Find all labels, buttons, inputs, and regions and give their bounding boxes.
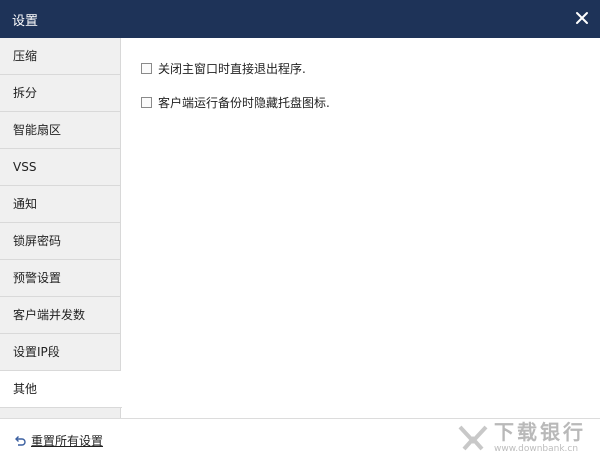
hide-tray-icon-checkbox[interactable] bbox=[141, 97, 152, 108]
sidebar-item-smart-sector[interactable]: 智能扇区 bbox=[0, 112, 120, 149]
sidebar-item-lock-password[interactable]: 锁屏密码 bbox=[0, 223, 120, 260]
reset-all-settings-link[interactable]: 重置所有设置 bbox=[14, 432, 103, 449]
settings-sidebar: 压缩 拆分 智能扇区 VSS 通知 锁屏密码 预警设置 客户端并发数 设置IP段… bbox=[0, 38, 122, 418]
window-title: 设置 bbox=[12, 13, 39, 29]
sidebar-item-other[interactable]: 其他 bbox=[0, 371, 122, 408]
sidebar-item-split[interactable]: 拆分 bbox=[0, 75, 120, 112]
sidebar-item-compress[interactable]: 压缩 bbox=[0, 38, 120, 75]
watermark-sub-text: www.downbank.cn bbox=[494, 444, 579, 454]
option-hide-tray-icon: 客户端运行备份时隐藏托盘图标. bbox=[141, 94, 330, 111]
settings-footer: 重置所有设置 下载银行 www.downbank.cn bbox=[0, 418, 600, 460]
sidebar-item-client-concurrency[interactable]: 客户端并发数 bbox=[0, 297, 120, 334]
watermark-logo-icon bbox=[458, 425, 488, 451]
hide-tray-icon-label[interactable]: 客户端运行备份时隐藏托盘图标. bbox=[158, 94, 330, 111]
sidebar-item-ip-range[interactable]: 设置IP段 bbox=[0, 334, 120, 371]
close-icon bbox=[576, 12, 588, 24]
exit-on-close-checkbox[interactable] bbox=[141, 63, 152, 74]
exit-on-close-label[interactable]: 关闭主窗口时直接退出程序. bbox=[158, 60, 306, 77]
undo-arrow-icon bbox=[15, 435, 26, 446]
option-exit-on-close: 关闭主窗口时直接退出程序. bbox=[141, 60, 306, 77]
settings-content: 关闭主窗口时直接退出程序. 客户端运行备份时隐藏托盘图标. bbox=[121, 38, 600, 418]
title-bar: 设置 bbox=[0, 0, 600, 38]
reset-all-settings-label[interactable]: 重置所有设置 bbox=[31, 432, 103, 449]
watermark-logo: 下载银行 www.downbank.cn bbox=[456, 421, 586, 455]
sidebar-item-vss[interactable]: VSS bbox=[0, 149, 120, 186]
sidebar-item-notify[interactable]: 通知 bbox=[0, 186, 120, 223]
sidebar-item-alert-settings[interactable]: 预警设置 bbox=[0, 260, 120, 297]
watermark-main-text: 下载银行 bbox=[494, 420, 586, 444]
close-button[interactable] bbox=[570, 6, 594, 30]
